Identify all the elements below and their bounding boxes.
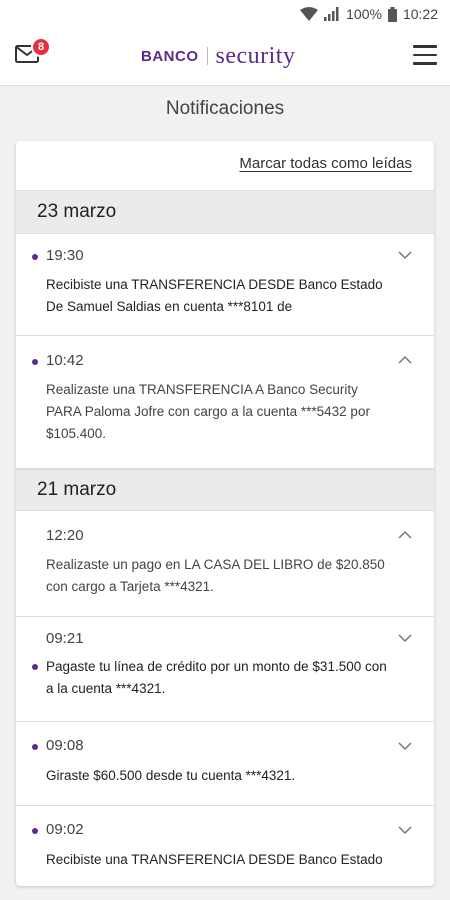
notification-item[interactable]: 09:02 Recibiste una TRANSFERENCIA DESDE … xyxy=(16,806,434,886)
app-header: 8 BANCO security xyxy=(0,28,450,86)
status-bar: 100% 10:22 xyxy=(0,0,450,28)
unread-dot xyxy=(32,828,38,834)
date-header: 23 marzo xyxy=(16,190,434,234)
notification-item[interactable]: 09:21 Pagaste tu línea de crédito por un… xyxy=(16,617,434,722)
chevron-up-icon[interactable] xyxy=(398,530,412,540)
notification-time: 10:42 xyxy=(46,352,84,369)
banco-security-logo: BANCO security xyxy=(141,42,295,70)
date-header: 21 marzo xyxy=(16,469,434,511)
notification-message: Realizaste un pago en LA CASA DEL LIBRO … xyxy=(46,557,385,594)
signal-icon xyxy=(324,7,340,21)
notification-time: 09:02 xyxy=(46,821,84,838)
logo-banco-text: BANCO xyxy=(141,47,199,65)
notification-message: Recibiste una TRANSFERENCIA DESDE Banco … xyxy=(46,852,383,867)
chevron-down-icon[interactable] xyxy=(398,741,412,751)
unread-dot xyxy=(32,254,38,260)
notification-item[interactable]: 12:20 Realizaste un pago en LA CASA DEL … xyxy=(16,511,434,617)
chevron-down-icon[interactable] xyxy=(398,633,412,643)
mark-all-read-link[interactable]: Marcar todas como leídas xyxy=(239,155,412,172)
notification-message: Pagaste tu línea de crédito por un monto… xyxy=(46,659,387,696)
unread-dot xyxy=(32,359,38,365)
notification-message: Realizaste una TRANSFERENCIA A Banco Sec… xyxy=(46,382,370,441)
unread-dot xyxy=(32,664,38,670)
wifi-icon xyxy=(300,7,319,21)
notifications-card: Marcar todas como leídas 23 marzo 19:30 … xyxy=(16,141,434,886)
notification-time: 19:30 xyxy=(46,247,84,264)
logo-divider xyxy=(206,47,208,65)
notification-message: Giraste $60.500 desde tu cuenta ***4321. xyxy=(46,768,296,783)
notification-item[interactable]: 09:08 Giraste $60.500 desde tu cuenta **… xyxy=(16,722,434,806)
chevron-down-icon[interactable] xyxy=(398,825,412,835)
unread-dot xyxy=(32,744,38,750)
mail-button[interactable]: 8 xyxy=(15,37,51,63)
mail-badge: 8 xyxy=(31,37,51,57)
chevron-down-icon[interactable] xyxy=(398,250,412,260)
notification-item[interactable]: 19:30 Recibiste una TRANSFERENCIA DESDE … xyxy=(16,234,434,336)
notification-message: Recibiste una TRANSFERENCIA DESDE Banco … xyxy=(46,277,383,314)
notification-time: 09:08 xyxy=(46,737,84,754)
notification-time: 09:21 xyxy=(46,630,84,647)
hamburger-menu-icon[interactable] xyxy=(413,45,437,65)
logo-security-text: security xyxy=(215,42,296,69)
battery-icon xyxy=(387,6,397,22)
notification-time: 12:20 xyxy=(46,527,84,544)
page-title: Notificaciones xyxy=(165,98,285,119)
chevron-up-icon[interactable] xyxy=(398,355,412,365)
notification-item[interactable]: 10:42 Realizaste una TRANSFERENCIA A Ban… xyxy=(16,336,434,469)
battery-percent: 100% xyxy=(346,6,382,22)
clock: 10:22 xyxy=(402,6,438,22)
